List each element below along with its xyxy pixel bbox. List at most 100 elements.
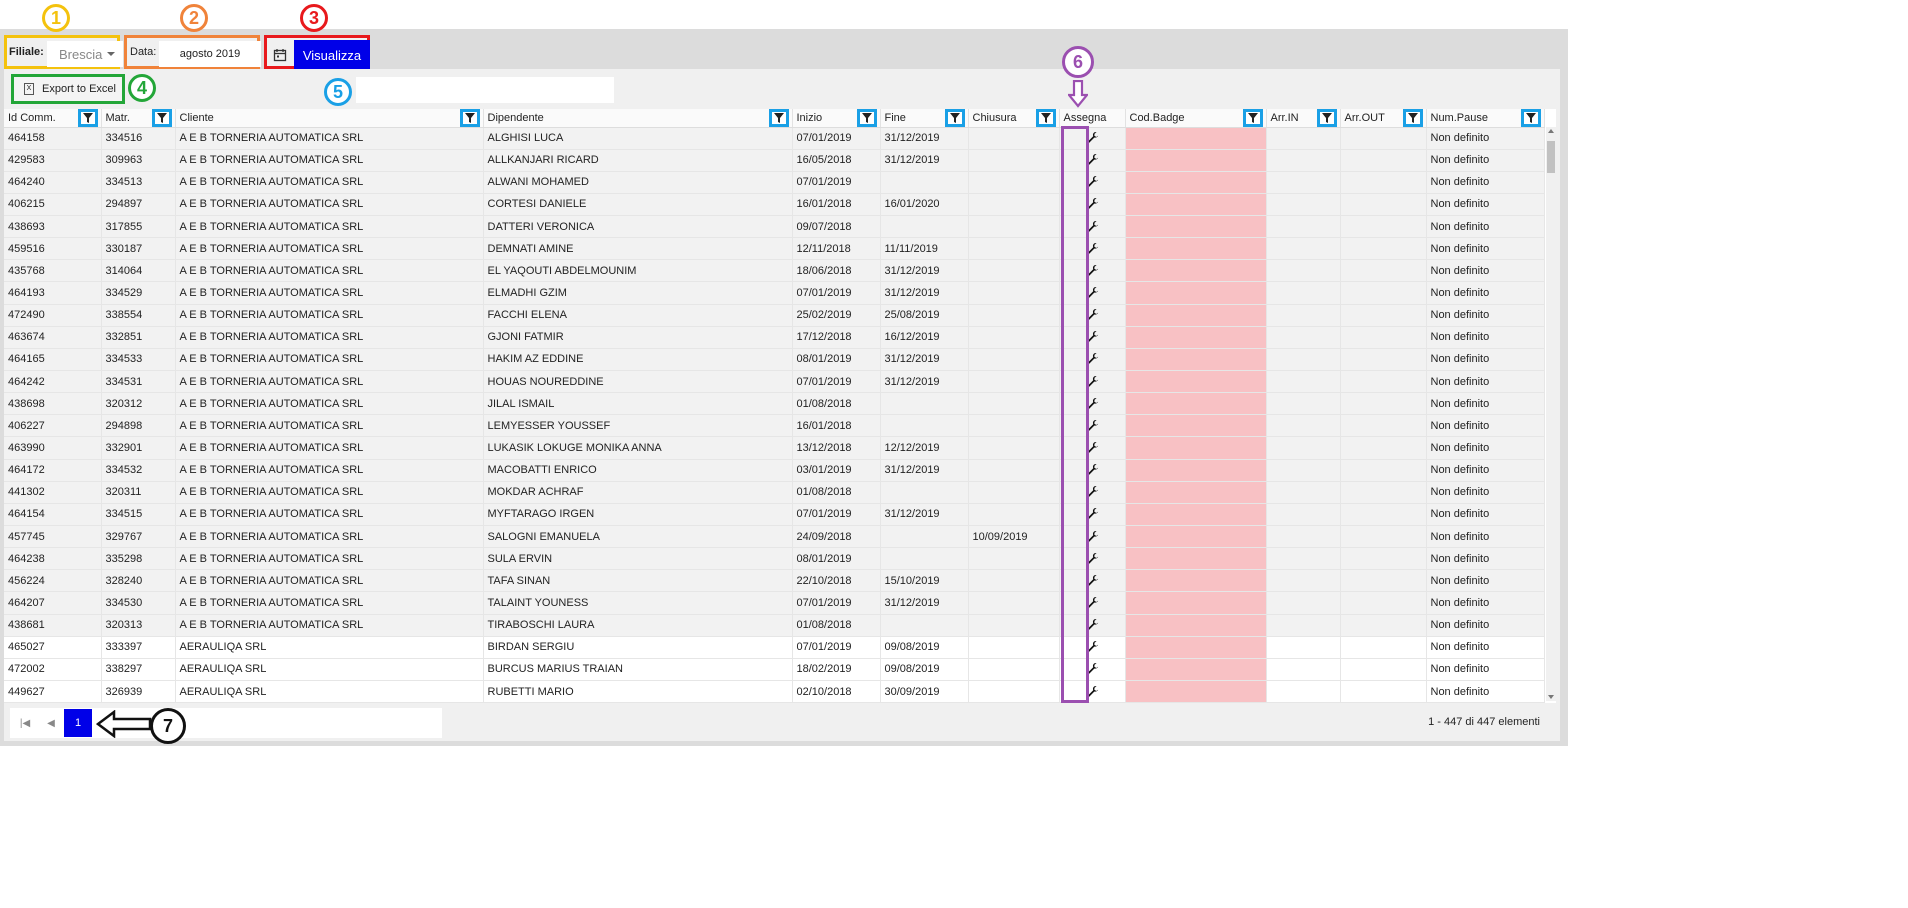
table-row[interactable]: 449627 326939 AERAULIQA SRL RUBETTI MARIO 02… bbox=[4, 680, 1545, 703]
branch-dropdown[interactable]: Brescia bbox=[47, 41, 123, 67]
table-row[interactable]: 464240 334513 A E B TORNERIA AUTOMATICA SR… bbox=[4, 171, 1545, 194]
wrench-icon[interactable] bbox=[1085, 264, 1099, 278]
funnel-icon[interactable] bbox=[77, 109, 98, 126]
calendar-icon[interactable] bbox=[269, 42, 291, 68]
cell-assegna[interactable] bbox=[1059, 658, 1126, 682]
table-row[interactable]: 464172 334532 A E B TORNERIA AUTOMATICA SR… bbox=[4, 459, 1545, 482]
funnel-icon[interactable] bbox=[1402, 109, 1423, 126]
first-page-icon[interactable]: |◀ bbox=[12, 710, 38, 736]
table-row[interactable]: 465027 333397 AERAULIQA SRL BIRDAN SERGIU 07… bbox=[4, 636, 1545, 659]
cell-assegna[interactable] bbox=[1059, 304, 1126, 327]
cell-assegna[interactable] bbox=[1059, 525, 1126, 549]
grid-search-area[interactable] bbox=[356, 77, 614, 103]
column-header-arr-out[interactable]: Arr.OUT bbox=[1340, 109, 1427, 128]
wrench-icon[interactable] bbox=[1085, 131, 1099, 145]
cell-assegna[interactable] bbox=[1059, 149, 1126, 172]
wrench-icon[interactable] bbox=[1085, 441, 1099, 455]
wrench-icon[interactable] bbox=[1085, 352, 1099, 366]
wrench-icon[interactable] bbox=[1085, 530, 1099, 544]
table-row[interactable]: 438698 320312 A E B TORNERIA AUTOMATICA SR… bbox=[4, 392, 1545, 416]
cell-assegna[interactable] bbox=[1059, 370, 1126, 394]
scroll-up-icon[interactable] bbox=[1548, 129, 1554, 133]
wrench-icon[interactable] bbox=[1085, 552, 1099, 566]
cell-assegna[interactable] bbox=[1059, 259, 1126, 283]
wrench-icon[interactable] bbox=[1085, 308, 1099, 322]
cell-assegna[interactable] bbox=[1059, 193, 1126, 217]
wrench-icon[interactable] bbox=[1085, 685, 1099, 699]
funnel-icon[interactable] bbox=[1520, 109, 1541, 126]
cell-assegna[interactable] bbox=[1059, 392, 1126, 416]
cell-assegna[interactable] bbox=[1059, 171, 1126, 194]
wrench-icon[interactable] bbox=[1085, 286, 1099, 300]
cell-assegna[interactable] bbox=[1059, 503, 1126, 527]
cell-assegna[interactable] bbox=[1059, 636, 1126, 659]
table-row[interactable]: 463990 332901 A E B TORNERIA AUTOMATICA SR… bbox=[4, 436, 1545, 460]
wrench-icon[interactable] bbox=[1085, 618, 1099, 632]
column-header-fine[interactable]: Fine bbox=[880, 109, 969, 128]
wrench-icon[interactable] bbox=[1085, 463, 1099, 477]
wrench-icon[interactable] bbox=[1085, 485, 1099, 499]
vertical-scrollbar[interactable] bbox=[1546, 127, 1556, 701]
table-row[interactable]: 464165 334533 A E B TORNERIA AUTOMATICA SR… bbox=[4, 348, 1545, 372]
table-row[interactable]: 472490 338554 A E B TORNERIA AUTOMATICA SR… bbox=[4, 304, 1545, 327]
funnel-icon[interactable] bbox=[1035, 109, 1056, 126]
table-row[interactable]: 464193 334529 A E B TORNERIA AUTOMATICA SR… bbox=[4, 281, 1545, 305]
wrench-icon[interactable] bbox=[1085, 153, 1099, 167]
cell-assegna[interactable] bbox=[1059, 481, 1126, 504]
current-page-button[interactable]: 1 bbox=[64, 709, 92, 737]
table-row[interactable]: 472002 338297 AERAULIQA SRL BURCUS MARIUS T… bbox=[4, 658, 1545, 682]
table-row[interactable]: 464242 334531 A E B TORNERIA AUTOMATICA SR… bbox=[4, 370, 1545, 394]
table-row[interactable]: 464238 335298 A E B TORNERIA AUTOMATICA SR… bbox=[4, 547, 1545, 571]
table-row[interactable]: 463674 332851 A E B TORNERIA AUTOMATICA SR… bbox=[4, 326, 1545, 349]
cell-assegna[interactable] bbox=[1059, 436, 1126, 460]
cell-assegna[interactable] bbox=[1059, 414, 1126, 438]
table-row[interactable]: 441302 320311 A E B TORNERIA AUTOMATICA SR… bbox=[4, 481, 1545, 504]
wrench-icon[interactable] bbox=[1085, 507, 1099, 521]
column-header-num-pause[interactable]: Num.Pause bbox=[1426, 109, 1545, 128]
table-row[interactable]: 438693 317855 A E B TORNERIA AUTOMATICA SR… bbox=[4, 215, 1545, 239]
cell-assegna[interactable] bbox=[1059, 614, 1126, 637]
funnel-icon[interactable] bbox=[459, 109, 480, 126]
column-header-cod-badge[interactable]: Cod.Badge bbox=[1125, 109, 1267, 128]
table-row[interactable]: 459516 330187 A E B TORNERIA AUTOMATICA SR… bbox=[4, 237, 1545, 261]
prev-page-icon[interactable]: ◀ bbox=[38, 710, 64, 736]
table-row[interactable]: 456224 328240 A E B TORNERIA AUTOMATICA SR… bbox=[4, 569, 1545, 593]
scroll-down-icon[interactable] bbox=[1548, 695, 1554, 699]
wrench-icon[interactable] bbox=[1085, 574, 1099, 588]
wrench-icon[interactable] bbox=[1085, 375, 1099, 389]
cell-assegna[interactable] bbox=[1059, 237, 1126, 261]
wrench-icon[interactable] bbox=[1085, 662, 1099, 676]
column-header-inizio[interactable]: Inizio bbox=[792, 109, 881, 128]
table-row[interactable]: 429583 309963 A E B TORNERIA AUTOMATICA SR… bbox=[4, 149, 1545, 172]
wrench-icon[interactable] bbox=[1085, 397, 1099, 411]
column-header-chiusura[interactable]: Chiusura bbox=[968, 109, 1060, 128]
funnel-icon[interactable] bbox=[1242, 109, 1263, 126]
column-header-arr-in[interactable]: Arr.IN bbox=[1266, 109, 1341, 128]
cell-assegna[interactable] bbox=[1059, 281, 1126, 305]
wrench-icon[interactable] bbox=[1085, 197, 1099, 211]
date-input[interactable]: agosto 2019 bbox=[159, 41, 261, 67]
table-row[interactable]: 464207 334530 A E B TORNERIA AUTOMATICA SR… bbox=[4, 591, 1545, 615]
cell-assegna[interactable] bbox=[1059, 547, 1126, 571]
wrench-icon[interactable] bbox=[1085, 242, 1099, 256]
column-header-cliente[interactable]: Cliente bbox=[175, 109, 484, 128]
funnel-icon[interactable] bbox=[856, 109, 877, 126]
wrench-icon[interactable] bbox=[1085, 596, 1099, 610]
table-row[interactable]: 438681 320313 A E B TORNERIA AUTOMATICA SR… bbox=[4, 614, 1545, 637]
table-row[interactable]: 464158 334516 A E B TORNERIA AUTOMATICA SR… bbox=[4, 127, 1545, 150]
wrench-icon[interactable] bbox=[1085, 220, 1099, 234]
column-header-assegna[interactable]: Assegna bbox=[1059, 109, 1126, 128]
cell-assegna[interactable] bbox=[1059, 459, 1126, 482]
wrench-icon[interactable] bbox=[1085, 175, 1099, 189]
wrench-icon[interactable] bbox=[1085, 640, 1099, 654]
cell-assegna[interactable] bbox=[1059, 215, 1126, 239]
cell-assegna[interactable] bbox=[1059, 348, 1126, 372]
column-header-matr[interactable]: Matr. bbox=[101, 109, 176, 128]
wrench-icon[interactable] bbox=[1085, 419, 1099, 433]
table-row[interactable]: 406215 294897 A E B TORNERIA AUTOMATICA SR… bbox=[4, 193, 1545, 217]
wrench-icon[interactable] bbox=[1085, 330, 1099, 344]
table-row[interactable]: 406227 294898 A E B TORNERIA AUTOMATICA SR… bbox=[4, 414, 1545, 438]
export-excel-button[interactable]: X Export to Excel bbox=[11, 74, 125, 104]
view-button[interactable]: Visualizza bbox=[294, 40, 370, 70]
cell-assegna[interactable] bbox=[1059, 569, 1126, 593]
